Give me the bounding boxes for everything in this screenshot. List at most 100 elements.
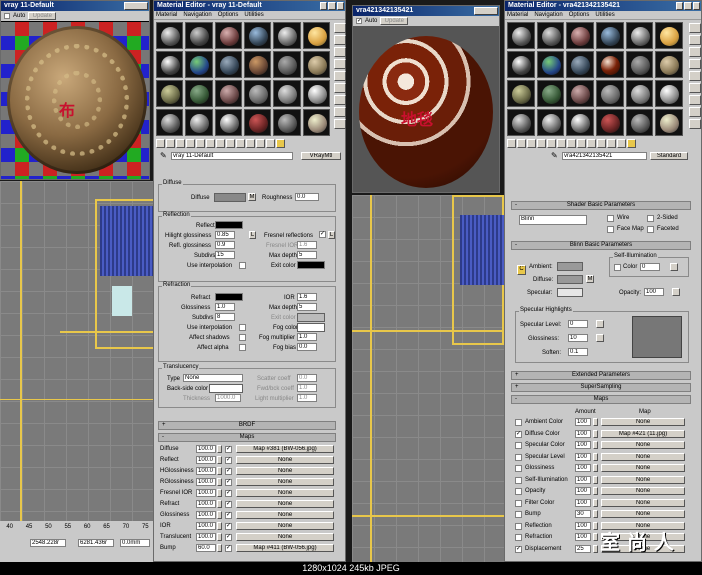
- map-enable-checkbox[interactable]: ✓: [225, 457, 232, 464]
- get-material-icon[interactable]: [156, 139, 165, 148]
- auto-checkbox[interactable]: [4, 13, 10, 19]
- menu-material[interactable]: Material: [507, 11, 528, 19]
- viewport-left[interactable]: [0, 181, 155, 521]
- map-amount-spinner[interactable]: [593, 464, 598, 472]
- specular-level-field[interactable]: 0: [568, 320, 588, 328]
- map-button[interactable]: None: [601, 475, 685, 484]
- map-amount-field[interactable]: 60.0: [196, 544, 216, 552]
- map-enable-checkbox[interactable]: ✓: [225, 534, 232, 541]
- title-bar[interactable]: Material Editor - vra421342135421: [505, 1, 701, 11]
- library-icon[interactable]: [216, 139, 225, 148]
- close-icon[interactable]: [124, 2, 148, 10]
- map-enable-checkbox[interactable]: ✓: [515, 430, 522, 438]
- minimize-icon[interactable]: [676, 2, 684, 10]
- rollout-shader-basic[interactable]: - Shader Basic Parameters: [511, 201, 691, 210]
- get-material-icon[interactable]: [507, 139, 516, 148]
- map-amount-field[interactable]: 100: [575, 475, 591, 484]
- coord-x-field[interactable]: 2548.228r: [30, 539, 66, 547]
- exit-color-swatch[interactable]: [297, 261, 325, 269]
- map-amount-spinner[interactable]: [593, 533, 598, 541]
- sample-slot[interactable]: [185, 109, 213, 136]
- close-icon[interactable]: [336, 2, 344, 10]
- map-enable-checkbox[interactable]: ✓: [225, 490, 232, 497]
- tiling-icon[interactable]: [689, 59, 701, 69]
- diffuse-swatch[interactable]: [557, 275, 583, 284]
- map-amount-spinner[interactable]: [217, 544, 222, 552]
- fog-bias-field[interactable]: 0.0: [297, 343, 317, 351]
- make-copy-icon[interactable]: [547, 139, 556, 148]
- map-amount-spinner[interactable]: [217, 467, 222, 475]
- map-enable-checkbox[interactable]: ✓: [225, 523, 232, 530]
- material-name-field[interactable]: vray 11-Default: [171, 152, 293, 160]
- library-icon[interactable]: [567, 139, 576, 148]
- rollout-blinn-basic[interactable]: - Blinn Basic Parameters: [511, 241, 691, 250]
- sample-slot[interactable]: [625, 109, 654, 136]
- maximize-icon[interactable]: [684, 2, 692, 10]
- map-amount-spinner[interactable]: [593, 544, 598, 553]
- map-amount-field[interactable]: 30: [575, 510, 591, 518]
- self-illum-field[interactable]: 0: [640, 263, 660, 271]
- title-bar[interactable]: vra421342135421: [353, 6, 499, 16]
- map-enable-checkbox[interactable]: [515, 511, 522, 518]
- pick-icon[interactable]: [627, 139, 636, 148]
- sample-slot[interactable]: [566, 109, 594, 136]
- preview-icon[interactable]: [689, 83, 701, 93]
- map-amount-field[interactable]: 100: [575, 441, 591, 449]
- opacity-field[interactable]: 100: [644, 288, 664, 296]
- title-bar[interactable]: Material Editor - vray 11-Default: [154, 1, 345, 11]
- map-button[interactable]: None: [601, 441, 685, 449]
- soften-field[interactable]: 0.1: [568, 348, 588, 356]
- map-amount-spinner[interactable]: [217, 489, 222, 497]
- map-enable-checkbox[interactable]: [515, 499, 522, 507]
- sample-slot[interactable]: [507, 109, 535, 136]
- two-sided-checkbox[interactable]: [647, 215, 654, 222]
- map-enable-checkbox[interactable]: ✓: [225, 446, 232, 453]
- update-button[interactable]: Update: [28, 12, 57, 20]
- sample-slot[interactable]: [302, 22, 330, 49]
- map-enable-checkbox[interactable]: [515, 534, 522, 541]
- map-enable-checkbox[interactable]: [515, 453, 522, 461]
- menu-navigation[interactable]: Navigation: [534, 11, 562, 19]
- map-enable-checkbox[interactable]: ✓: [515, 545, 522, 553]
- sample-slot[interactable]: [507, 51, 535, 78]
- video-check-icon[interactable]: [689, 71, 701, 81]
- subdivs-field[interactable]: 15: [215, 251, 235, 259]
- wire-checkbox[interactable]: [607, 215, 614, 222]
- ior-field[interactable]: 1.6: [297, 293, 317, 301]
- max-depth-field[interactable]: 5: [297, 251, 317, 259]
- reset-icon[interactable]: [537, 139, 546, 148]
- rollout-extended[interactable]: + Extended Parameters: [511, 371, 691, 380]
- sample-slot[interactable]: [156, 109, 184, 136]
- go-parent-icon[interactable]: [607, 139, 616, 148]
- map-amount-field[interactable]: 100: [575, 533, 591, 541]
- title-bar[interactable]: vray 11-Default: [1, 1, 149, 11]
- backlight-icon[interactable]: [334, 35, 346, 45]
- fwd-bck-coeff-field[interactable]: 1.0: [297, 384, 317, 392]
- auto-checkbox[interactable]: ✓: [356, 18, 362, 24]
- sample-slot[interactable]: [655, 109, 683, 136]
- put-to-scene-icon[interactable]: [517, 139, 526, 148]
- make-copy-icon[interactable]: [196, 139, 205, 148]
- ambient-swatch[interactable]: [557, 262, 583, 271]
- sample-slot[interactable]: [156, 80, 184, 107]
- backlight-icon[interactable]: [689, 35, 701, 45]
- map-amount-field[interactable]: 100: [575, 521, 591, 530]
- shader-select[interactable]: Blinn: [519, 215, 587, 225]
- gloss-map-button[interactable]: [596, 334, 604, 342]
- sample-slot[interactable]: [536, 109, 565, 136]
- map-button[interactable]: None: [236, 533, 334, 541]
- options-icon[interactable]: [689, 95, 701, 105]
- refr-subdivs-field[interactable]: 8: [215, 313, 235, 321]
- menu-utilities[interactable]: Utilities: [595, 11, 614, 19]
- close-icon[interactable]: [692, 2, 700, 10]
- affect-alpha-checkbox[interactable]: [239, 344, 246, 351]
- map-button[interactable]: None: [601, 418, 685, 426]
- affect-shadows-checkbox[interactable]: [239, 334, 246, 341]
- sample-slot[interactable]: [244, 22, 272, 49]
- map-amount-spinner[interactable]: [593, 510, 598, 518]
- map-amount-spinner[interactable]: [217, 500, 222, 508]
- faceted-checkbox[interactable]: [647, 226, 654, 233]
- refract-swatch[interactable]: [215, 293, 243, 301]
- menu-options[interactable]: Options: [569, 11, 590, 19]
- map-enable-checkbox[interactable]: [515, 476, 522, 484]
